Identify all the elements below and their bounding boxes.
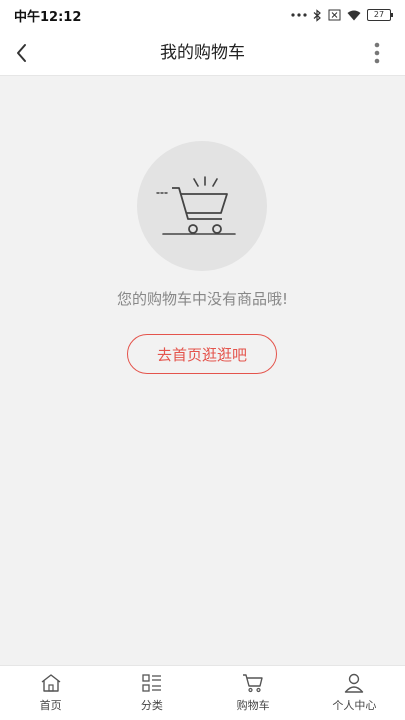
status-bar: 中午12:12 27	[0, 0, 405, 30]
go-home-button[interactable]: 去首页逛逛吧	[127, 334, 277, 374]
bluetooth-icon	[313, 8, 321, 22]
category-icon	[142, 674, 161, 692]
header: 我的购物车	[0, 30, 405, 76]
tab-profile-label: 个人中心	[332, 699, 377, 712]
wifi-icon	[347, 10, 361, 20]
no-sim-icon	[328, 9, 341, 21]
bottom-tab-bar: 首页 分类 购物车 个人中心	[0, 665, 405, 720]
home-icon	[41, 674, 61, 692]
battery-icon: 27	[367, 9, 393, 21]
status-icons: 27	[291, 8, 393, 22]
more-button[interactable]	[371, 41, 383, 67]
tab-home[interactable]: 首页	[0, 666, 101, 720]
tab-category[interactable]: 分类	[101, 666, 202, 720]
tab-profile[interactable]: 个人中心	[304, 666, 405, 720]
more-dots-icon	[291, 13, 307, 17]
page-title: 我的购物车	[160, 43, 245, 63]
status-time: 中午12:12	[14, 9, 82, 25]
cart-icon	[243, 674, 263, 693]
more-vertical-icon	[374, 42, 380, 64]
tab-cart[interactable]: 购物车	[203, 666, 304, 720]
tab-home-label: 首页	[39, 699, 62, 712]
tab-category-label: 分类	[140, 699, 163, 712]
tab-cart-label: 购物车	[236, 699, 270, 712]
user-icon	[345, 673, 364, 693]
empty-cart-illustration	[137, 141, 267, 271]
empty-cart-icon	[156, 176, 236, 235]
empty-cart-message: 您的购物车中没有商品哦!	[116, 290, 288, 308]
